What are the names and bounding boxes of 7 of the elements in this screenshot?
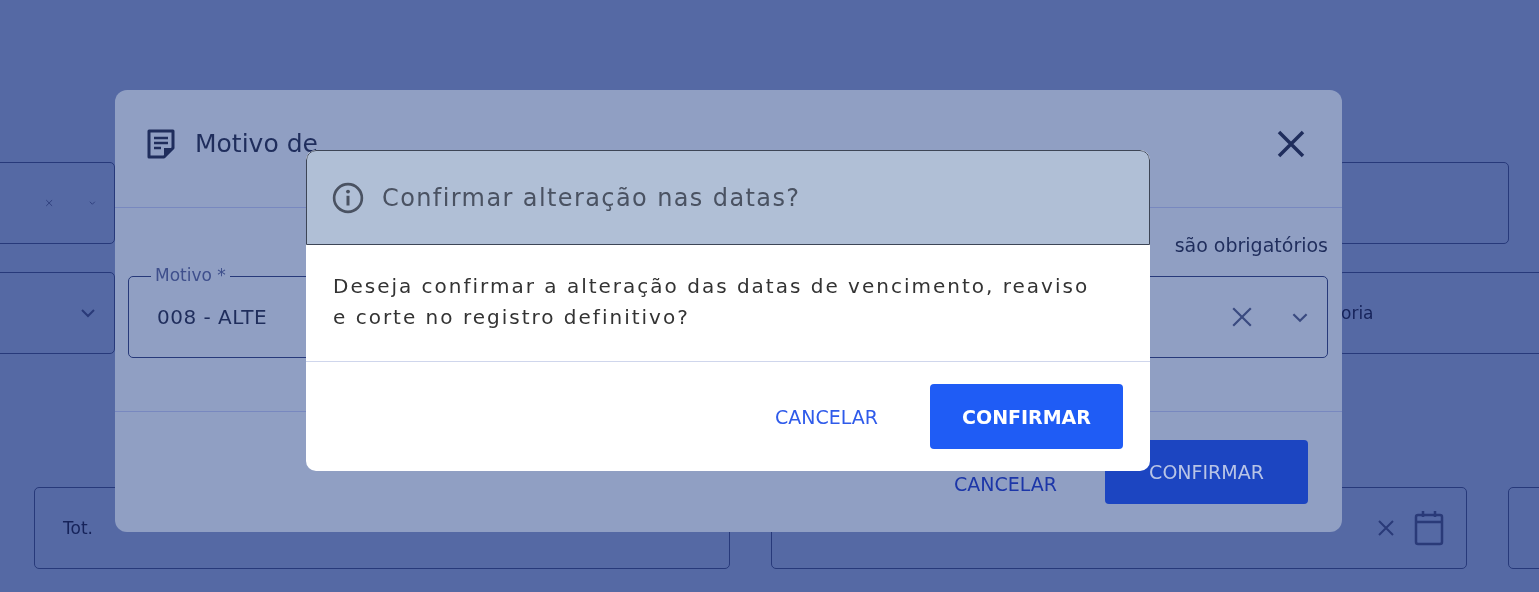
dialog-title: Confirmar alteração nas datas? xyxy=(382,183,801,212)
dialog-message: Deseja confirmar a alteração das datas de vencimento, reaviso e corte no registro definitivo? xyxy=(333,273,1091,331)
field-placeholder: Tot. xyxy=(63,518,93,538)
dialog-title: Motivo de xyxy=(195,129,318,158)
field-value: 008 - ALTE xyxy=(157,305,268,329)
field-placeholder: oria xyxy=(1341,303,1374,323)
required-note: são obrigatórios xyxy=(1174,234,1328,256)
